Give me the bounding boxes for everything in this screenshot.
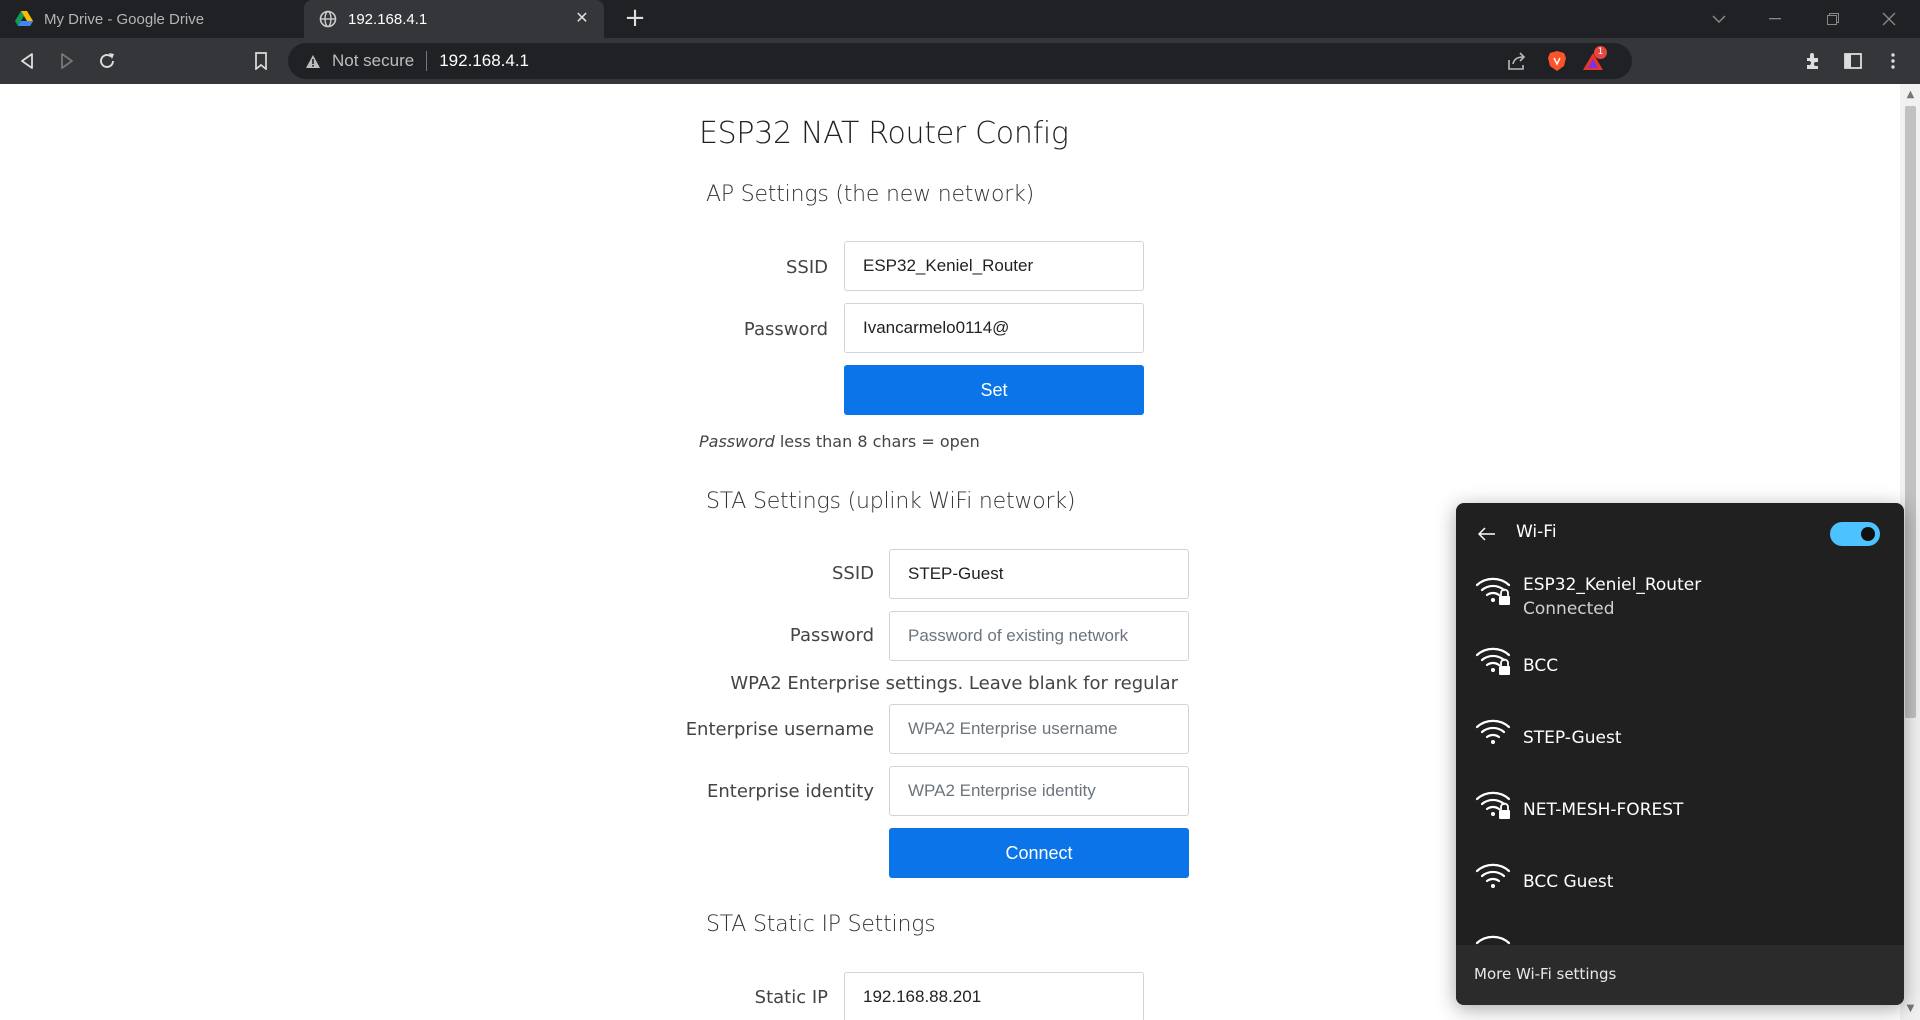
tab-title: 192.168.4.1 <box>348 10 428 28</box>
ap-settings-heading: AP Settings (the new network) <box>706 182 1035 207</box>
wifi-network-item[interactable]: ESP32_Keniel_Router Connected <box>1456 563 1904 633</box>
back-icon[interactable] <box>12 46 42 76</box>
enterprise-username-input[interactable] <box>889 704 1189 754</box>
ap-password-label: Password <box>743 319 828 340</box>
wifi-network-item[interactable]: BCC <box>1456 633 1904 703</box>
scroll-up-icon[interactable]: ▲ <box>1905 90 1916 100</box>
back-arrow-icon[interactable] <box>1474 521 1500 547</box>
sta-ssid-label: SSID <box>831 563 874 584</box>
tab-router-config[interactable]: 192.168.4.1 ✕ <box>304 0 604 38</box>
tab-title: My Drive - Google Drive <box>44 10 205 28</box>
network-name: BCC Guest <box>1523 872 1614 892</box>
sta-password-label: Password <box>789 625 874 646</box>
globe-icon <box>318 9 338 29</box>
wifi-secured-icon <box>1474 571 1514 611</box>
enterprise-note: WPA2 Enterprise settings. Leave blank fo… <box>730 673 1178 694</box>
static-ip-heading: STA Static IP Settings <box>706 912 936 937</box>
page-title: ESP32 NAT Router Config <box>699 116 1069 151</box>
wifi-network-item[interactable]: NET-MESH-FOREST <box>1456 777 1904 847</box>
warning-icon[interactable] <box>304 52 322 70</box>
sta-password-input[interactable] <box>889 611 1189 661</box>
close-tab-icon[interactable]: ✕ <box>572 9 592 29</box>
network-status: Connected <box>1523 599 1615 619</box>
wifi-title: Wi-Fi <box>1516 522 1557 542</box>
brave-shields-icon[interactable] <box>1542 46 1572 76</box>
forward-icon[interactable] <box>52 46 82 76</box>
new-tab-button[interactable]: + <box>620 4 650 34</box>
connect-button[interactable]: Connect <box>889 828 1189 878</box>
enterprise-username-label: Enterprise username <box>685 719 874 740</box>
reload-icon[interactable] <box>92 46 122 76</box>
address-divider <box>426 51 428 71</box>
wifi-icon <box>1474 857 1514 897</box>
more-wifi-settings-link[interactable]: More Wi-Fi settings <box>1474 965 1616 983</box>
wifi-secured-icon <box>1474 785 1514 825</box>
enterprise-identity-label: Enterprise identity <box>707 781 874 802</box>
scroll-thumb[interactable] <box>1905 106 1916 718</box>
static-ip-label: Static IP <box>754 987 828 1008</box>
sidebar-icon[interactable] <box>1838 46 1868 76</box>
scroll-down-icon[interactable]: ▼ <box>1905 1004 1916 1014</box>
sta-ssid-input[interactable] <box>889 549 1189 599</box>
address-bar[interactable]: Not secure 192.168.4.1 1 <box>288 43 1632 79</box>
wifi-flyout: Wi-Fi ESP32_Keniel_Router Connected BCC STE… <box>1456 503 1904 1005</box>
brave-rewards-icon[interactable]: 1 <box>1578 46 1608 76</box>
extensions-icon[interactable] <box>1798 46 1828 76</box>
wifi-footer: More Wi-Fi settings <box>1456 945 1904 1005</box>
ap-ssid-label: SSID <box>785 257 828 278</box>
enterprise-identity-input[interactable] <box>889 766 1189 816</box>
note-text: less than 8 chars = open <box>774 432 980 451</box>
note-emphasis: Password <box>699 432 775 451</box>
set-button[interactable]: Set <box>844 365 1144 415</box>
browser-toolbar: Not secure 192.168.4.1 1 <box>0 38 1920 84</box>
network-name: STEP-Guest <box>1523 728 1622 748</box>
ap-ssid-input[interactable] <box>844 241 1144 291</box>
static-ip-input[interactable] <box>844 972 1144 1020</box>
share-icon[interactable] <box>1502 46 1532 76</box>
close-window-icon[interactable] <box>1866 0 1912 38</box>
sta-settings-heading: STA Settings (uplink WiFi network) <box>706 489 1076 514</box>
menu-icon[interactable] <box>1878 46 1908 76</box>
network-name: ESP32_Keniel_Router <box>1523 575 1702 595</box>
wifi-icon <box>1474 713 1514 753</box>
toggle-knob <box>1861 527 1875 541</box>
bookmark-icon[interactable] <box>246 46 276 76</box>
restore-icon[interactable] <box>1810 0 1856 38</box>
minimize-icon[interactable] <box>1752 0 1798 38</box>
url-text[interactable]: 192.168.4.1 <box>439 51 529 71</box>
google-drive-icon <box>14 9 34 29</box>
wifi-network-item[interactable]: BCC Guest <box>1456 849 1904 919</box>
wifi-network-item[interactable]: STEP-Guest <box>1456 705 1904 775</box>
tab-google-drive[interactable]: My Drive - Google Drive <box>0 0 302 38</box>
notification-badge: 1 <box>1594 46 1607 59</box>
ap-password-note: Password less than 8 chars = open <box>699 432 980 451</box>
wifi-header: Wi-Fi <box>1456 503 1904 563</box>
wifi-secured-icon <box>1474 641 1514 681</box>
security-status[interactable]: Not secure <box>332 51 414 71</box>
tab-search-icon[interactable] <box>1696 0 1742 38</box>
ap-password-input[interactable] <box>844 303 1144 353</box>
network-name: BCC <box>1523 656 1559 676</box>
tab-strip: My Drive - Google Drive 192.168.4.1 ✕ + <box>0 0 1920 38</box>
network-name: NET-MESH-FOREST <box>1523 800 1684 820</box>
wifi-toggle[interactable] <box>1830 522 1880 546</box>
